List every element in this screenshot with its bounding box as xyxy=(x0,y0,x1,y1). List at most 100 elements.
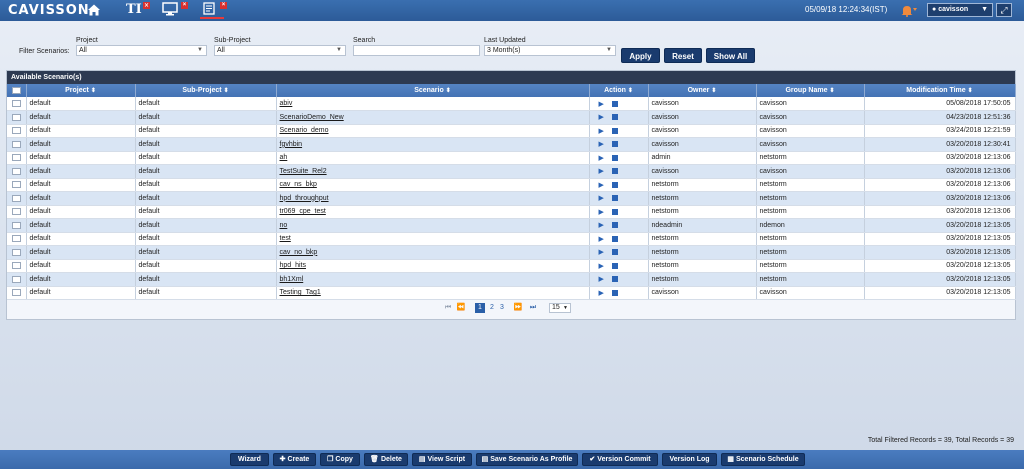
table-row[interactable]: default default cav_no_bkp ▶ netstorm netstor… xyxy=(7,245,1016,260)
play-icon[interactable]: ▶ xyxy=(599,249,604,256)
table-row[interactable]: default default no ▶ ndeadmin ndemon 03/20/201… xyxy=(7,218,1016,233)
save-scenario-as-profile-button[interactable]: ▤ Save Scenario As Profile xyxy=(476,453,578,466)
edit-icon[interactable] xyxy=(611,181,618,188)
table-row[interactable]: default default test ▶ netstorm netstorm 03/20… xyxy=(7,232,1016,246)
column-header-subproject[interactable]: Sub-Project ⬍ xyxy=(135,84,277,97)
cell-scenario-link[interactable]: hpd_throughput xyxy=(276,191,590,206)
table-row[interactable]: default default Scenario_demo ▶ cavisson cavi… xyxy=(7,124,1016,138)
row-checkbox[interactable] xyxy=(7,164,27,179)
tab-ti[interactable]: TI × xyxy=(126,2,150,18)
create-button[interactable]: ✚ Create xyxy=(273,453,316,466)
edit-icon[interactable] xyxy=(611,208,618,215)
tab-scenarios[interactable]: × xyxy=(201,2,227,18)
checkbox[interactable] xyxy=(11,127,21,135)
version-log-button[interactable]: Version Log xyxy=(662,453,717,466)
edit-icon[interactable] xyxy=(611,235,618,242)
close-tab-scenarios-icon[interactable]: × xyxy=(220,2,227,9)
checkbox[interactable] xyxy=(11,262,21,270)
table-row[interactable]: default default hpd_hits ▶ netstorm netstorm 0… xyxy=(7,259,1016,273)
last-updated-select[interactable]: 3 Month(s) ▼ xyxy=(484,45,616,56)
edit-icon[interactable] xyxy=(611,289,618,296)
play-icon[interactable]: ▶ xyxy=(599,182,604,189)
subproject-select[interactable]: All ▼ xyxy=(214,45,346,56)
view-script-button[interactable]: ▤ View Script xyxy=(412,453,472,466)
table-row[interactable]: default default abiv ▶ cavisson cavisson 05/08… xyxy=(7,97,1016,111)
cell-scenario-link[interactable]: hpd_hits xyxy=(276,259,590,273)
checkbox[interactable] xyxy=(11,235,21,243)
row-checkbox[interactable] xyxy=(7,151,27,165)
row-checkbox[interactable] xyxy=(7,272,27,287)
version-commit-button[interactable]: ✔ Version Commit xyxy=(582,453,658,466)
rows-per-page-select[interactable]: 15 ▼ xyxy=(549,303,571,313)
row-checkbox[interactable] xyxy=(7,124,27,138)
page-2-button[interactable]: 2 xyxy=(488,303,496,313)
table-row[interactable]: default default Testing_Tag1 ▶ cavisson cavis… xyxy=(7,286,1016,300)
cell-scenario-link[interactable]: ah xyxy=(276,151,590,165)
play-icon[interactable]: ▶ xyxy=(599,141,604,148)
cell-scenario-link[interactable]: abiv xyxy=(276,97,590,111)
edit-icon[interactable] xyxy=(611,114,618,121)
project-select[interactable]: All ▼ xyxy=(76,45,207,56)
table-row[interactable]: default default tr069_cpe_test ▶ netstorm net… xyxy=(7,205,1016,219)
checkbox[interactable] xyxy=(11,99,21,107)
cell-scenario-link[interactable]: cav_no_bkp xyxy=(276,245,590,260)
row-checkbox[interactable] xyxy=(7,232,27,246)
home-icon[interactable] xyxy=(87,3,101,17)
last-page-icon[interactable]: ⏭ xyxy=(528,303,538,313)
page-3-button[interactable]: 3 xyxy=(498,303,506,313)
close-tab-ti-icon[interactable]: × xyxy=(143,2,150,9)
apply-button[interactable]: Apply xyxy=(621,48,660,63)
edit-icon[interactable] xyxy=(611,262,618,269)
play-icon[interactable]: ▶ xyxy=(599,236,604,243)
checkbox[interactable] xyxy=(11,167,21,175)
table-row[interactable]: default default ScenarioDemo_New ▶ cavisson c… xyxy=(7,110,1016,125)
cell-scenario-link[interactable]: no xyxy=(276,218,590,233)
wizard-button[interactable]: Wizard xyxy=(230,453,269,466)
prev-page-icon[interactable]: ⏪ xyxy=(456,303,466,313)
edit-icon[interactable] xyxy=(611,168,618,175)
cell-scenario-link[interactable]: ScenarioDemo_New xyxy=(276,110,590,125)
play-icon[interactable]: ▶ xyxy=(599,263,604,270)
edit-icon[interactable] xyxy=(611,195,618,202)
search-input[interactable] xyxy=(353,45,480,56)
next-page-icon[interactable]: ⏩ xyxy=(513,303,523,313)
column-header-modification-time[interactable]: Modification Time ⬍ xyxy=(864,84,1016,97)
cell-scenario-link[interactable]: bh1Xml xyxy=(276,272,590,287)
tab-monitor[interactable]: × xyxy=(162,2,188,18)
fullscreen-button[interactable]: ⤢ xyxy=(996,3,1012,17)
row-checkbox[interactable] xyxy=(7,137,27,152)
table-row[interactable]: default default hpd_throughput ▶ netstorm net… xyxy=(7,191,1016,206)
table-row[interactable]: default default fgvhbin ▶ cavisson cavisson 03… xyxy=(7,137,1016,152)
play-icon[interactable]: ▶ xyxy=(599,209,604,216)
checkbox[interactable] xyxy=(11,221,21,229)
checkbox[interactable] xyxy=(11,275,21,283)
table-row[interactable]: default default TestSuite_Rel2 ▶ cavisson cav… xyxy=(7,164,1016,179)
cell-scenario-link[interactable]: TestSuite_Rel2 xyxy=(276,164,590,179)
delete-button[interactable]: 🗑 Delete xyxy=(364,453,408,466)
play-icon[interactable]: ▶ xyxy=(599,101,604,108)
edit-icon[interactable] xyxy=(611,127,618,134)
edit-icon[interactable] xyxy=(611,276,618,283)
column-header-group[interactable]: Group Name ⬍ xyxy=(756,84,865,97)
select-all-checkbox[interactable] xyxy=(7,84,27,97)
cell-scenario-link[interactable]: tr069_cpe_test xyxy=(276,205,590,219)
row-checkbox[interactable] xyxy=(7,178,27,192)
checkbox[interactable] xyxy=(11,181,21,189)
row-checkbox[interactable] xyxy=(7,191,27,206)
row-checkbox[interactable] xyxy=(7,218,27,233)
scenario-schedule-button[interactable]: ▦ Scenario Schedule xyxy=(721,453,805,466)
alert-bell-icon[interactable] xyxy=(898,3,918,17)
checkbox[interactable] xyxy=(11,154,21,162)
edit-icon[interactable] xyxy=(611,249,618,256)
edit-icon[interactable] xyxy=(611,100,618,107)
first-page-icon[interactable]: ⏮ xyxy=(443,303,453,313)
page-1-button[interactable]: 1 xyxy=(475,303,485,313)
table-row[interactable]: default default bh1Xml ▶ netstorm netstorm 03/… xyxy=(7,272,1016,287)
user-menu-button[interactable]: ● cavisson ▼ xyxy=(927,3,993,17)
show-all-button[interactable]: Show All xyxy=(706,48,755,63)
checkbox[interactable] xyxy=(11,194,21,202)
cell-scenario-link[interactable]: cav_ns_bkp xyxy=(276,178,590,192)
row-checkbox[interactable] xyxy=(7,245,27,260)
edit-icon[interactable] xyxy=(611,222,618,229)
copy-button[interactable]: ❐ Copy xyxy=(320,453,360,466)
